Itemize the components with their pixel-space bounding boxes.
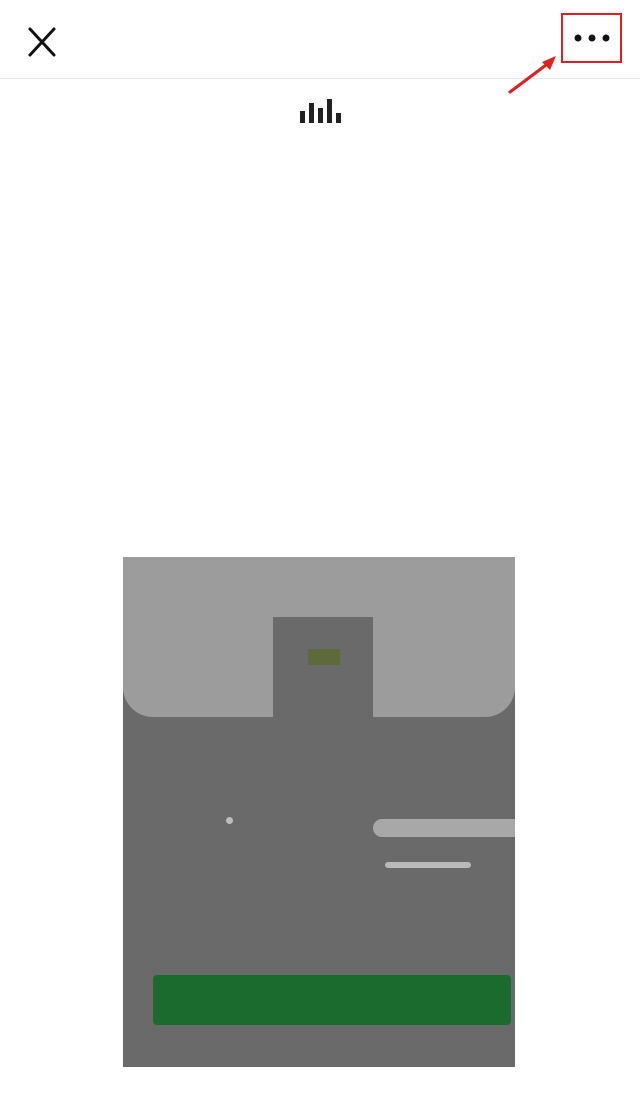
more-options-button[interactable]	[561, 13, 622, 63]
article-poster-image	[123, 557, 515, 1067]
poster-divider	[385, 862, 471, 868]
audio-bars-icon	[298, 95, 343, 123]
page-title	[200, 28, 440, 59]
close-button[interactable]	[20, 22, 64, 62]
poster-caption	[123, 1053, 515, 1067]
more-dots-icon	[574, 34, 609, 42]
poster-point	[226, 817, 233, 824]
top-bar	[0, 0, 640, 79]
poster-shape	[273, 617, 373, 727]
article-paragraph-1	[68, 174, 598, 278]
listen-button[interactable]	[290, 95, 350, 123]
footer-text	[0, 1086, 640, 1109]
article-paragraph-2	[68, 310, 598, 518]
poster-marker	[308, 649, 340, 665]
poster-action-button[interactable]	[153, 975, 511, 1025]
poster-stripe	[373, 819, 515, 837]
close-icon	[28, 27, 56, 57]
